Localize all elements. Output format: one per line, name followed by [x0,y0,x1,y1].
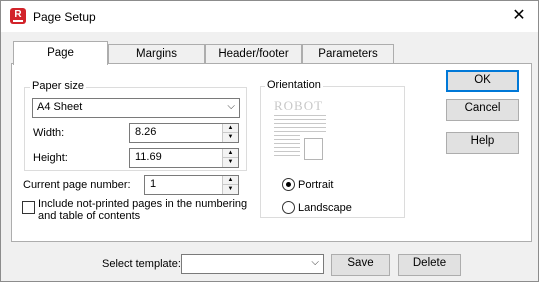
tab-margins[interactable]: Margins [108,44,205,64]
select-template-label: Select template: [102,258,181,270]
tab-header-footer[interactable]: Header/footer [205,44,302,64]
template-select[interactable]: ⌵ [181,254,324,274]
window-title: Page Setup [33,10,96,24]
close-icon[interactable]: ✕ [508,6,530,26]
spin-down-icon[interactable]: ▼ [223,185,238,194]
title-bar: R Page Setup ✕ [1,1,538,32]
current-page-stepper[interactable]: 1 ▲ ▼ [144,175,239,195]
width-stepper[interactable]: 8.26 ▲ ▼ [129,123,239,143]
spin-up-icon[interactable]: ▲ [223,124,238,133]
height-label: Height: [33,152,68,164]
orientation-label: Orientation [265,79,323,91]
height-value: 11.69 [135,151,162,163]
include-nonprinted-label-line2: and table of contents [38,210,141,222]
width-label: Width: [33,127,65,139]
height-stepper[interactable]: 11.69 ▲ ▼ [129,148,239,168]
paper-size-label: Paper size [30,80,86,92]
cancel-button[interactable]: Cancel [446,99,519,121]
spin-up-icon[interactable]: ▲ [223,149,238,158]
portrait-radio[interactable] [282,178,295,191]
current-page-label: Current page number: [23,179,131,191]
chevron-down-icon: ⌵ [311,257,319,268]
tab-parameters[interactable]: Parameters [302,44,394,64]
save-button[interactable]: Save [331,254,390,276]
spin-up-icon[interactable]: ▲ [223,176,238,185]
app-logo-icon: R [10,8,26,24]
spin-down-icon[interactable]: ▼ [223,158,238,167]
portrait-label: Portrait [298,179,334,191]
spin-down-icon[interactable]: ▼ [223,133,238,142]
ok-button[interactable]: OK [446,70,519,92]
spin-arrows-icon[interactable]: ▲ ▼ [222,176,238,194]
width-value: 8.26 [135,126,157,138]
current-page-value: 1 [150,178,157,190]
spin-arrows-icon[interactable]: ▲ ▼ [222,124,238,142]
landscape-radio[interactable] [282,201,295,214]
orientation-preview-icon: ROBOT [273,98,329,164]
delete-button[interactable]: Delete [398,254,461,276]
tab-page[interactable]: Page [13,41,108,65]
chevron-down-icon: ⌵ [227,101,235,112]
spin-arrows-icon[interactable]: ▲ ▼ [222,149,238,167]
paper-size-select[interactable]: A4 Sheet ⌵ [32,98,240,118]
page-setup-dialog: R Page Setup ✕ Page Margins Header/foote… [0,0,539,282]
paper-size-value: A4 Sheet [37,101,83,113]
landscape-label: Landscape [298,202,352,214]
help-button[interactable]: Help [446,132,519,154]
include-nonprinted-label-line1: Include not-printed pages in the numberi… [38,198,248,210]
include-nonprinted-checkbox[interactable] [22,201,35,214]
preview-word: ROBOT [274,98,324,113]
